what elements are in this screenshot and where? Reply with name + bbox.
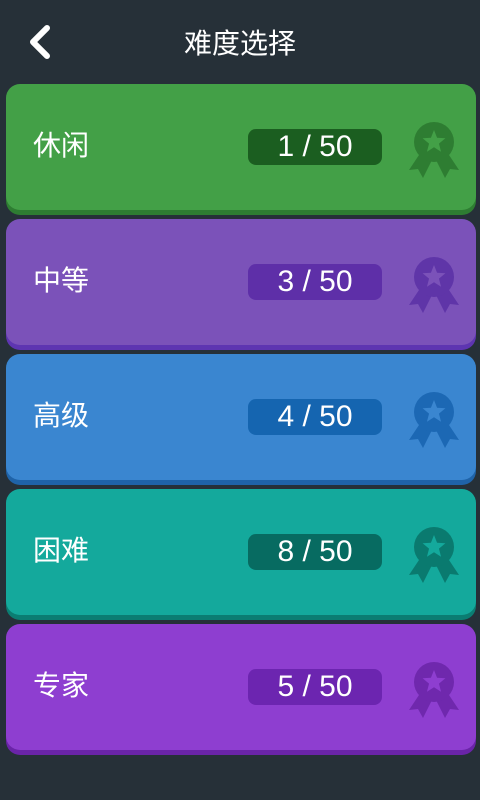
progress-badge: 5 / 50 [248,669,382,705]
difficulty-label: 高级 [33,399,90,432]
difficulty-label: 困难 [33,534,90,567]
difficulty-list: 休闲 1 / 50 中等 3 / 50 高级 4 / 50 困难 8 / 50 … [6,84,476,759]
difficulty-card-casual[interactable]: 休闲 1 / 50 [6,84,476,210]
medal-star-icon [409,527,459,583]
medal-star-icon [409,122,459,178]
medal-star-icon [409,662,459,718]
progress-badge: 8 / 50 [248,534,382,570]
difficulty-card-hard[interactable]: 困难 8 / 50 [6,489,476,615]
medal-star-icon [409,392,459,448]
header-bar: 难度选择 [0,0,480,84]
difficulty-card-advanced[interactable]: 高级 4 / 50 [6,354,476,480]
difficulty-card-medium[interactable]: 中等 3 / 50 [6,219,476,345]
progress-badge: 3 / 50 [248,264,382,300]
difficulty-card-expert[interactable]: 专家 5 / 50 [6,624,476,750]
difficulty-label: 中等 [33,264,90,297]
progress-badge: 4 / 50 [248,399,382,435]
progress-badge: 1 / 50 [248,129,382,165]
page-title: 难度选择 [183,27,296,60]
difficulty-label: 休闲 [33,129,90,162]
medal-star-icon [409,257,459,313]
difficulty-label: 专家 [33,669,90,702]
